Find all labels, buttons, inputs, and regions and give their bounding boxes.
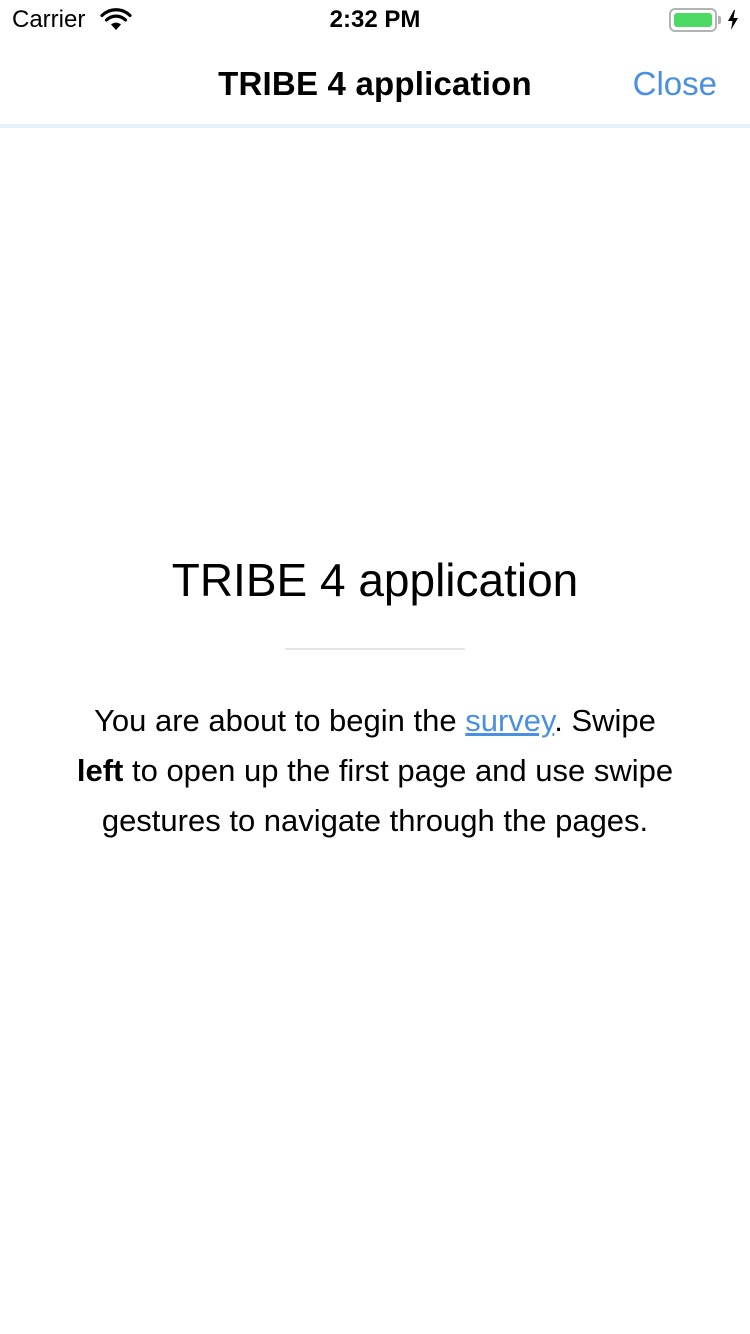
battery-icon — [669, 8, 721, 32]
navigation-bar: TRIBE 4 application Close — [0, 40, 750, 128]
status-time: 2:32 PM — [329, 6, 421, 33]
intro-text-bold: left — [76, 753, 124, 788]
status-bar: Carrier 2:32 PM — [0, 0, 750, 40]
intro-text-part3: to open up the first page and use swipe … — [101, 753, 674, 838]
intro-text-part1: You are about to begin the — [94, 703, 466, 738]
survey-intro-page[interactable]: TRIBE 4 application You are about to beg… — [0, 132, 750, 1334]
close-button[interactable]: Close — [633, 64, 717, 104]
charging-icon — [728, 10, 738, 30]
intro-text: You are about to begin the survey. Swipe… — [75, 696, 675, 846]
title-divider — [285, 648, 465, 650]
survey-link[interactable]: survey — [465, 703, 554, 738]
page-title: TRIBE 4 application — [171, 554, 579, 606]
intro-text-part2: . Swipe — [554, 703, 656, 738]
